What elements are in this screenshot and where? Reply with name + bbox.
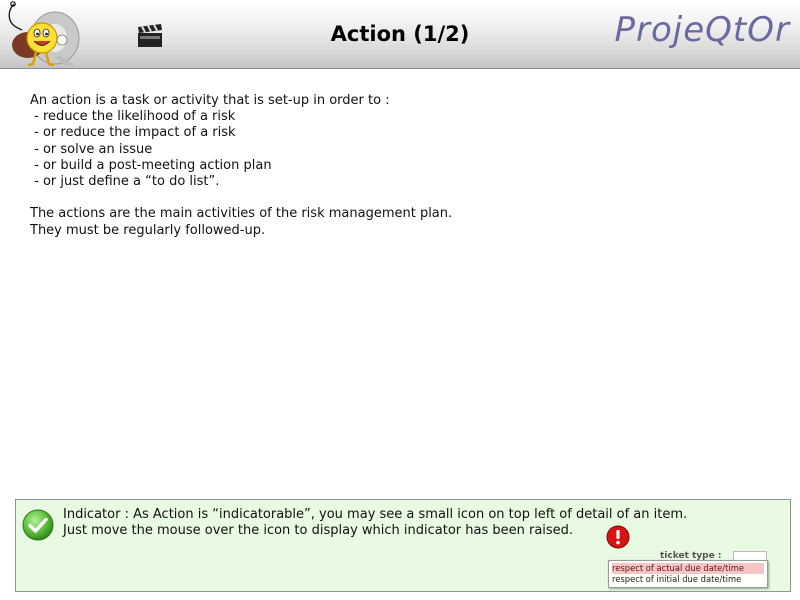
exclamation-icon[interactable]	[606, 525, 630, 549]
intro-bullet: - or just define a “to do list”.	[30, 173, 220, 189]
tooltip-item: respect of initial due date/time	[612, 574, 742, 584]
header-bar: Action (1/2) ProjeQtOr	[0, 0, 800, 69]
intro-bullet: - or build a post-meeting action plan	[30, 157, 272, 173]
indicator-line: Indicator : As Action is “indicatorable”…	[63, 507, 688, 522]
page-title: Action (1/2)	[330, 22, 470, 46]
intro-bullet: - or reduce the impact of a risk	[30, 125, 236, 141]
indicator-line: Just move the mouse over the icon to dis…	[63, 523, 574, 539]
indicator-text: Indicator : As Action is “indicatorable”…	[63, 507, 687, 539]
tooltip-item-raised: respect of actual due date/time	[612, 563, 764, 574]
summary-line: They must be regularly followed-up.	[30, 222, 266, 238]
intro-bullet: - or solve an issue	[30, 141, 153, 157]
summary-line: The actions are the main activities of t…	[30, 206, 453, 222]
action-description: An action is a task or activity that is …	[30, 93, 770, 239]
intro-line: An action is a task or activity that is …	[30, 93, 390, 108]
clapperboard-icon	[138, 24, 162, 47]
check-icon	[22, 509, 54, 541]
indicator-tooltip: respect of actual due date/time respect …	[608, 560, 768, 588]
indicator-note: Indicator : As Action is “indicatorable”…	[15, 499, 791, 592]
intro-bullet: - reduce the likelihood of a risk	[30, 109, 236, 125]
brand-logo-text: ProjeQtOr	[614, 10, 790, 50]
projeqtor-logo	[8, 1, 80, 67]
